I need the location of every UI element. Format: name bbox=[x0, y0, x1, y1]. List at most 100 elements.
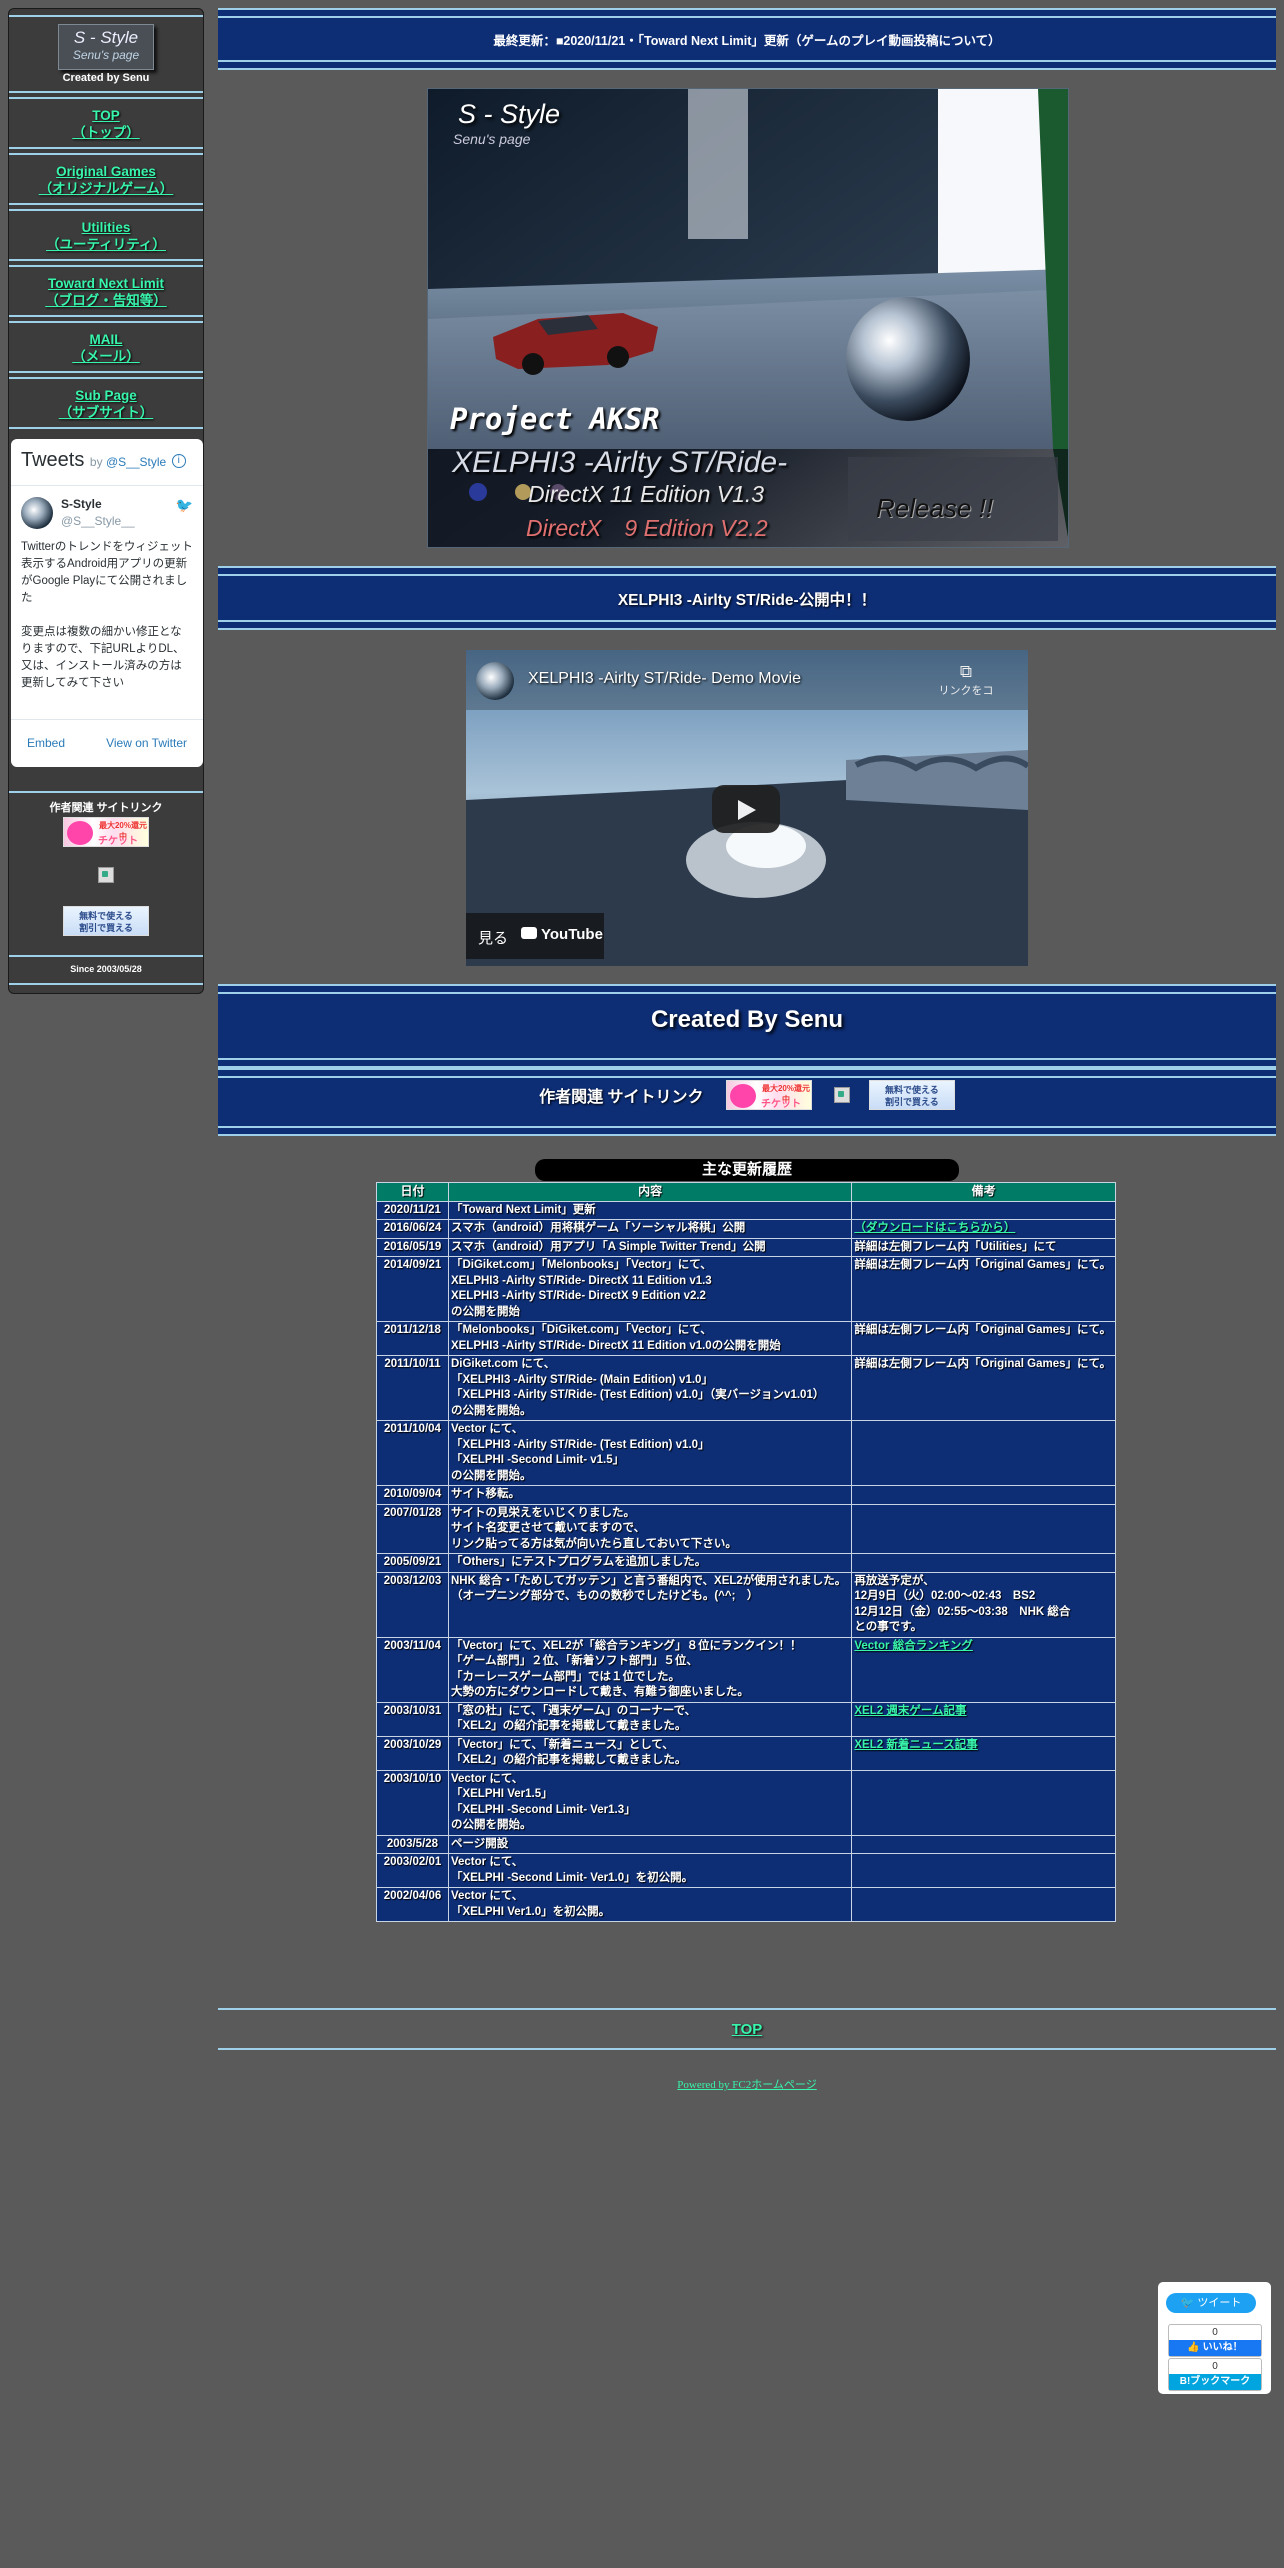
nav-sub-page-label[interactable]: Sub Page bbox=[9, 387, 203, 404]
ticket-banner[interactable]: 最大20%還元中 チケット bbox=[9, 817, 203, 847]
nav-original-games-label[interactable]: Original Games bbox=[9, 163, 203, 180]
nav-utilities-sub[interactable]: （ユーティリティ） bbox=[9, 236, 203, 253]
broken-image-icon[interactable] bbox=[834, 1087, 851, 1103]
watch-on-youtube-button[interactable]: 見る YouTube bbox=[466, 913, 604, 959]
announce-banner: XELPHI3 -Airlty ST/Ride-公開中！！ bbox=[218, 566, 1276, 630]
copy-link-button[interactable]: ⧉ リンクをコ bbox=[936, 662, 996, 698]
video-title[interactable]: XELPHI3 -Airlty ST/Ride- Demo Movie bbox=[528, 670, 801, 688]
tweet-author-name[interactable]: S-Style bbox=[61, 497, 102, 511]
history-note-line: 詳細は左側フレーム内「Original Games」にて。 bbox=[854, 1358, 1112, 1370]
history-content-line: スマホ（android）用アプリ「A Simple Twitter Trend」… bbox=[450, 1240, 766, 1253]
nav-top-label[interactable]: TOP bbox=[9, 107, 203, 124]
broken-image[interactable] bbox=[9, 867, 203, 888]
coupon-banner-image[interactable]: 無料で使える 割引で買える bbox=[63, 906, 149, 936]
history-date: 2003/10/10 bbox=[376, 1769, 449, 1836]
created-by-label: Created by Senu bbox=[62, 72, 150, 84]
youtube-video-player[interactable]: XELPHI3 -Airlty ST/Ride- Demo Movie ⧉ リン… bbox=[466, 650, 1028, 966]
history-note: XEL2 新着ニュース記事 bbox=[851, 1735, 1116, 1771]
ticket-banner-main[interactable]: 最大20%還元中 チケット bbox=[726, 1080, 812, 1110]
nav-mail-sub[interactable]: （メール） bbox=[9, 348, 203, 365]
tweet-author-handle[interactable]: @S__Style__ bbox=[61, 514, 135, 528]
history-note-link[interactable]: （ダウンロードはこちらから） bbox=[854, 1222, 1015, 1234]
history-content: ページ開設 bbox=[447, 1834, 853, 1854]
nav-original-games[interactable]: Original Games （オリジナルゲーム） bbox=[9, 153, 203, 205]
info-icon[interactable]: i bbox=[171, 453, 186, 468]
history-content-line: 「XELPHI -Second Limit- v1.5」 bbox=[450, 1454, 625, 1466]
view-on-twitter-link[interactable]: View on Twitter bbox=[106, 736, 187, 750]
coupon-banner[interactable]: 無料で使える 割引で買える bbox=[9, 906, 203, 936]
coupon-banner-main[interactable]: 無料で使える 割引で買える bbox=[868, 1080, 955, 1110]
nav-sub-page[interactable]: Sub Page （サブサイト） bbox=[9, 377, 203, 429]
history-note-link[interactable]: XEL2 新着ニュース記事 bbox=[854, 1739, 977, 1751]
history-date: 2007/01/28 bbox=[376, 1503, 449, 1554]
youtube-icon bbox=[521, 927, 537, 939]
nav-utilities-label[interactable]: Utilities bbox=[9, 219, 203, 236]
history-content-line: の公開を開始。 bbox=[450, 1469, 532, 1482]
powered-by-link[interactable]: Powered by FC2ホームページ bbox=[677, 2079, 816, 2091]
nav-toward-next-limit-sub[interactable]: （ブログ・告知等） bbox=[9, 292, 203, 309]
footer-top-link[interactable]: TOP bbox=[732, 2021, 763, 2038]
site-logo[interactable]: S - Style Senu's page Created by Senu bbox=[9, 15, 203, 93]
play-button[interactable] bbox=[712, 785, 780, 833]
history-row: 2002/04/06 Vector にて、 「XELPHI Ver1.0」を初公開。 bbox=[376, 1887, 1116, 1922]
history-note: （ダウンロードはこちらから） bbox=[851, 1219, 1116, 1239]
embed-link[interactable]: Embed bbox=[27, 736, 65, 750]
history-content: Vector にて、 「XELPHI Ver1.0」を初公開。 bbox=[447, 1887, 853, 1922]
hero-image[interactable]: S - Style Senu's page Project AKSR XELPH… bbox=[427, 88, 1069, 548]
history-header-row: 日付 内容 備考 bbox=[376, 1182, 1116, 1202]
history-note bbox=[851, 1200, 1116, 1220]
sidebar: S - Style Senu's page Created by Senu TO… bbox=[8, 8, 204, 994]
nav-toward-next-limit-label[interactable]: Toward Next Limit bbox=[9, 275, 203, 292]
channel-avatar[interactable] bbox=[476, 662, 514, 700]
history-date: 2003/10/29 bbox=[376, 1735, 449, 1771]
history-note-link[interactable]: Vector 総合ランキング bbox=[854, 1640, 973, 1652]
history-note: 詳細は左側フレーム内「Utilities」にて bbox=[851, 1237, 1116, 1257]
watch-label: 見る bbox=[478, 930, 509, 947]
history-date: 2003/12/03 bbox=[376, 1571, 449, 1638]
nav-top-sub[interactable]: （トップ） bbox=[9, 124, 203, 141]
nav-utilities[interactable]: Utilities （ユーティリティ） bbox=[9, 209, 203, 261]
history-content-line: サイト名変更させて戴いてますので、 bbox=[450, 1522, 646, 1534]
history-content-line: 「窓の杜」にて、「週末ゲーム」のコーナーで、 bbox=[450, 1704, 697, 1717]
history-content: 「Vector」にて、XEL2が「総合ランキング」８位にランクイン！！ 「ゲーム部… bbox=[447, 1636, 853, 1703]
history-content-line: 「DiGiket.com」「Melonbooks」「Vector」にて、 bbox=[450, 1259, 712, 1271]
history-content: 「Vector」にて、「新着ニュース」として、 「XEL2」の紹介記事を掲載して戴… bbox=[447, 1735, 853, 1771]
nav-mail-label[interactable]: MAIL bbox=[9, 331, 203, 348]
history-content: 「Melonbooks」「DiGiket.com」「Vector」にて、 XELP… bbox=[447, 1321, 853, 1356]
tweet-share-button[interactable]: 🐦 ツイート bbox=[1166, 2293, 1256, 2313]
nav-mail[interactable]: MAIL （メール） bbox=[9, 321, 203, 373]
nav-top[interactable]: TOP （トップ） bbox=[9, 97, 203, 149]
nav-sub-page-sub[interactable]: （サブサイト） bbox=[9, 404, 203, 421]
broken-image-icon[interactable] bbox=[98, 867, 114, 883]
nav-original-games-sub[interactable]: （オリジナルゲーム） bbox=[9, 180, 203, 197]
history-note: Vector 総合ランキング bbox=[851, 1636, 1116, 1703]
history-row: 2010/09/04 サイト移転。 bbox=[376, 1485, 1116, 1505]
facebook-like-button[interactable]: 0 👍 いいね！ bbox=[1168, 2324, 1262, 2357]
tweet-author[interactable]: S-Style @S__Style__ 🐦 bbox=[21, 497, 193, 531]
history-date: 2020/11/21 bbox=[376, 1200, 449, 1220]
divider bbox=[218, 2008, 1276, 2010]
hatena-bookmark-button[interactable]: 0 B!ブックマーク bbox=[1168, 2358, 1262, 2391]
history-row: 2016/06/24 スマホ（android）用将棋ゲーム「ソーシャル将棋」公開 （… bbox=[376, 1219, 1116, 1239]
history-note-line: 12月9日（火）02:00～02:43 BS2 bbox=[854, 1590, 1036, 1602]
history-content-line: （オープニング部分で、ものの数秒でしたけども。(^^; ） bbox=[450, 1590, 759, 1602]
nav-toward-next-limit[interactable]: Toward Next Limit （ブログ・告知等） bbox=[9, 265, 203, 317]
history-content-line: 「XELPHI -Second Limit- Ver1.0」を初公開。 bbox=[450, 1871, 694, 1884]
history-row: 2014/09/21 「DiGiket.com」「Melonbooks」「Vect… bbox=[376, 1256, 1116, 1322]
history-row: 2003/12/03 NHK 総合・「ためしてガッテン」と言う番組内で、XEL2が… bbox=[376, 1571, 1116, 1638]
hatena-label: B!ブックマーク bbox=[1169, 2374, 1261, 2390]
history-table: 日付 内容 備考 2020/11/21 「Toward Next Limit」更新… bbox=[376, 1182, 1116, 1922]
history-date: 2003/5/28 bbox=[376, 1834, 449, 1854]
divider bbox=[9, 955, 203, 957]
site-logo-image[interactable]: S - Style Senu's page bbox=[58, 24, 154, 70]
twitter-bird-icon[interactable]: 🐦 bbox=[176, 497, 193, 514]
history-note: 詳細は左側フレーム内「Original Games」にて。 bbox=[851, 1355, 1116, 1421]
history-content-line: 「XELPHI3 -Airlty ST/Ride- (Test Edition)… bbox=[450, 1389, 825, 1401]
ticket-banner-image[interactable]: 最大20%還元中 チケット bbox=[63, 817, 149, 847]
related-links-label: 作者関連 サイトリンク bbox=[539, 1089, 704, 1106]
avatar[interactable] bbox=[21, 497, 53, 529]
header-note: 備考 bbox=[851, 1182, 1116, 1202]
related-links: 作者関連 サイトリンク 最大20%還元中 チケット 無料で使える 割引で買える bbox=[9, 799, 203, 936]
tweets-handle-link[interactable]: @S__Style bbox=[106, 455, 166, 469]
history-note-link[interactable]: XEL2 週末ゲーム記事 bbox=[854, 1705, 966, 1717]
